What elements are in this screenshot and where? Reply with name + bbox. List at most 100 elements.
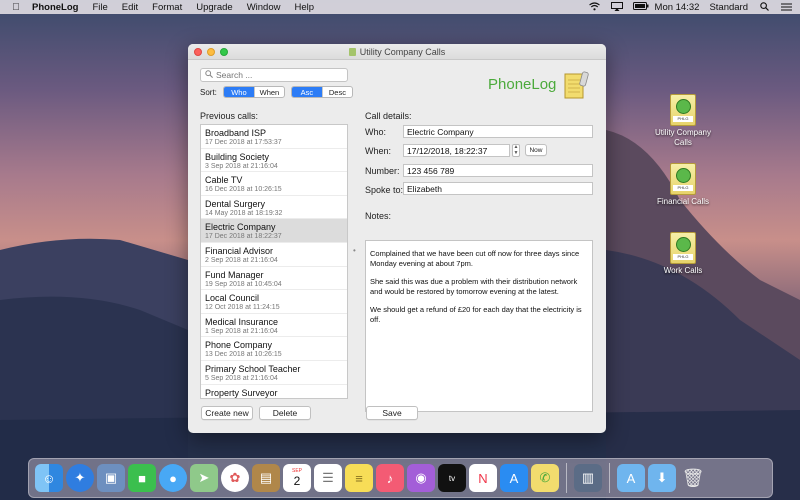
call-list-item[interactable]: Medical Insurance 1 Sep 2018 at 21:16:04	[201, 314, 347, 338]
facetime-icon[interactable]: ■	[128, 464, 156, 492]
menu-app-name[interactable]: PhoneLog	[32, 2, 78, 13]
save-button[interactable]: Save	[366, 406, 418, 420]
applications-folder-icon[interactable]: A	[617, 464, 645, 492]
news-icon[interactable]: N	[469, 464, 497, 492]
apple-menu-icon[interactable]: 	[10, 2, 22, 13]
contacts-icon[interactable]: ▤	[252, 464, 280, 492]
menu-upgrade[interactable]: Upgrade	[196, 2, 232, 13]
messages-icon[interactable]: ●	[159, 464, 187, 492]
notes-icon[interactable]: ≡	[345, 464, 373, 492]
control-center-icon[interactable]	[780, 2, 792, 13]
tv-icon[interactable]: tv	[438, 464, 466, 492]
call-name: Building Society	[205, 151, 270, 162]
search-input[interactable]	[216, 70, 336, 80]
spotlight-icon[interactable]	[758, 1, 770, 13]
when-date-picker[interactable]: 17/12/2018, 18:22:37	[403, 144, 510, 157]
call-list-item[interactable]: Dental Surgery 14 May 2018 at 18:19:32	[201, 196, 347, 220]
delete-button[interactable]: Delete	[259, 406, 311, 420]
call-list-item[interactable]: Financial Advisor 2 Sep 2018 at 21:16:04	[201, 243, 347, 267]
call-list-item[interactable]: Primary School Teacher 5 Sep 2018 at 21:1…	[201, 361, 347, 385]
number-field[interactable]: 123 456 789	[403, 164, 593, 177]
call-list-item[interactable]: Building Society 3 Sep 2018 at 21:16:04	[201, 149, 347, 173]
notes-textarea[interactable]: Complained that we have been cut off now…	[365, 240, 593, 412]
create-new-button[interactable]: Create new	[201, 406, 253, 420]
spoke-to-field[interactable]: Elizabeth	[403, 182, 593, 195]
menu-help[interactable]: Help	[294, 2, 314, 13]
call-date: 12 Oct 2018 at 11:24:15	[205, 304, 280, 312]
sort-by-when[interactable]: When	[253, 87, 284, 97]
input-source[interactable]: Standard	[709, 2, 748, 13]
desktop-file-label: Financial Calls	[656, 197, 710, 206]
call-list-item[interactable]: Cable TV 16 Dec 2018 at 10:26:15	[201, 172, 347, 196]
maps-icon[interactable]: ➤	[190, 464, 218, 492]
sort-ascending[interactable]: Asc	[291, 87, 322, 97]
phonelog-icon[interactable]: ✆	[531, 464, 559, 492]
call-list-item[interactable]: Phone Company 13 Dec 2018 at 10:26:15	[201, 337, 347, 361]
call-name: Dental Surgery	[205, 198, 266, 209]
phonelog-window: Utility Company Calls Sort: Who When Asc…	[188, 44, 606, 433]
battery-icon[interactable]	[632, 2, 649, 12]
call-date: 14 May 2018 at 18:19:32	[205, 209, 283, 217]
notes-label: Notes:	[365, 211, 392, 221]
call-name: Primary School Teacher	[205, 363, 301, 374]
date-stepper-icon[interactable]: ▲ ▼	[512, 144, 520, 157]
menu-file[interactable]: File	[92, 2, 107, 13]
call-list-item[interactable]: Local Council 12 Oct 2018 at 11:24:15	[201, 290, 347, 314]
calendar-icon[interactable]: SEP 2	[283, 464, 311, 492]
previous-calls-label: Previous calls:	[200, 111, 259, 121]
app-store-icon[interactable]: A	[500, 464, 528, 492]
now-button[interactable]: Now	[525, 144, 547, 156]
who-field[interactable]: Electric Company	[403, 125, 593, 138]
number-label: Number:	[365, 166, 400, 176]
sort-label: Sort:	[200, 87, 217, 97]
search-field[interactable]	[200, 68, 348, 82]
document-proxy-icon[interactable]	[348, 47, 356, 56]
airplay-icon[interactable]	[610, 1, 623, 13]
splitter-handle-icon[interactable]: •	[353, 246, 356, 255]
podcasts-icon[interactable]: ◉	[407, 464, 435, 492]
menu-bar:  PhoneLog File Edit Format Upgrade Wind…	[0, 0, 800, 14]
photos-icon[interactable]: ✿	[221, 464, 249, 492]
reminders-icon[interactable]: ☰	[314, 464, 342, 492]
call-list-item-selected[interactable]: Electric Company 17 Dec 2018 at 18:22:37	[201, 219, 347, 243]
phonelog-document-icon: PHLG	[670, 232, 696, 264]
desktop-file-label: Utility Company Calls	[654, 128, 711, 147]
desktop-file-financial-calls[interactable]: PHLG Financial Calls	[648, 163, 718, 207]
call-list-item[interactable]: Property Surveyor	[201, 385, 347, 398]
preview-icon[interactable]: ▣	[97, 464, 125, 492]
desktop-file-utility-company-calls[interactable]: PHLG Utility Company Calls	[648, 94, 718, 148]
sort-by-who[interactable]: Who	[223, 87, 254, 97]
minimize-window-icon[interactable]	[207, 48, 215, 56]
desktop-file-label: Work Calls	[663, 266, 703, 275]
menu-clock[interactable]: Mon 14:32	[655, 2, 700, 13]
notes-paragraph: We should get a refund of £20 for each d…	[370, 305, 582, 324]
window-titlebar[interactable]: Utility Company Calls	[188, 44, 606, 60]
previous-calls-list[interactable]: Broadband ISP 17 Dec 2018 at 17:53:37 Bui…	[200, 124, 348, 399]
call-date: 3 Sep 2018 at 21:16:04	[205, 162, 278, 170]
app-logo-text: PhoneLog	[488, 76, 557, 93]
when-label: When:	[365, 146, 392, 156]
sort-controls: Sort: Who When Asc Desc	[200, 86, 359, 98]
safari-icon[interactable]: ✦	[66, 464, 94, 492]
desktop-file-work-calls[interactable]: PHLG Work Calls	[648, 232, 718, 276]
close-window-icon[interactable]	[194, 48, 202, 56]
trash-icon[interactable]: 🗑	[679, 464, 707, 492]
menu-window[interactable]: Window	[247, 2, 281, 13]
call-date: 16 Dec 2018 at 10:26:15	[205, 186, 282, 194]
finder-icon[interactable]: ☺	[35, 464, 63, 492]
music-icon[interactable]: ♪	[376, 464, 404, 492]
tv-label: tv	[448, 473, 456, 483]
image-capture-icon[interactable]: ▥	[574, 464, 602, 492]
call-date: 1 Sep 2018 at 21:16:04	[205, 327, 278, 335]
downloads-folder-icon[interactable]: ⬇	[648, 464, 676, 492]
dock: ☺ ✦ ▣ ■ ● ➤ ✿ ▤ SEP 2 ☰ ≡ ♪ ◉ tv N A ✆ ▥…	[28, 458, 773, 498]
sort-descending[interactable]: Desc	[321, 87, 352, 97]
wifi-icon[interactable]	[589, 1, 601, 13]
call-list-item[interactable]: Broadband ISP 17 Dec 2018 at 17:53:37	[201, 125, 347, 149]
zoom-window-icon[interactable]	[220, 48, 228, 56]
sort-by-segmented-control: Who When	[222, 86, 285, 98]
call-list-item[interactable]: Fund Manager 19 Sep 2018 at 10:45:04	[201, 267, 347, 291]
menu-edit[interactable]: Edit	[122, 2, 138, 13]
menu-format[interactable]: Format	[152, 2, 182, 13]
dock-separator	[566, 463, 567, 493]
